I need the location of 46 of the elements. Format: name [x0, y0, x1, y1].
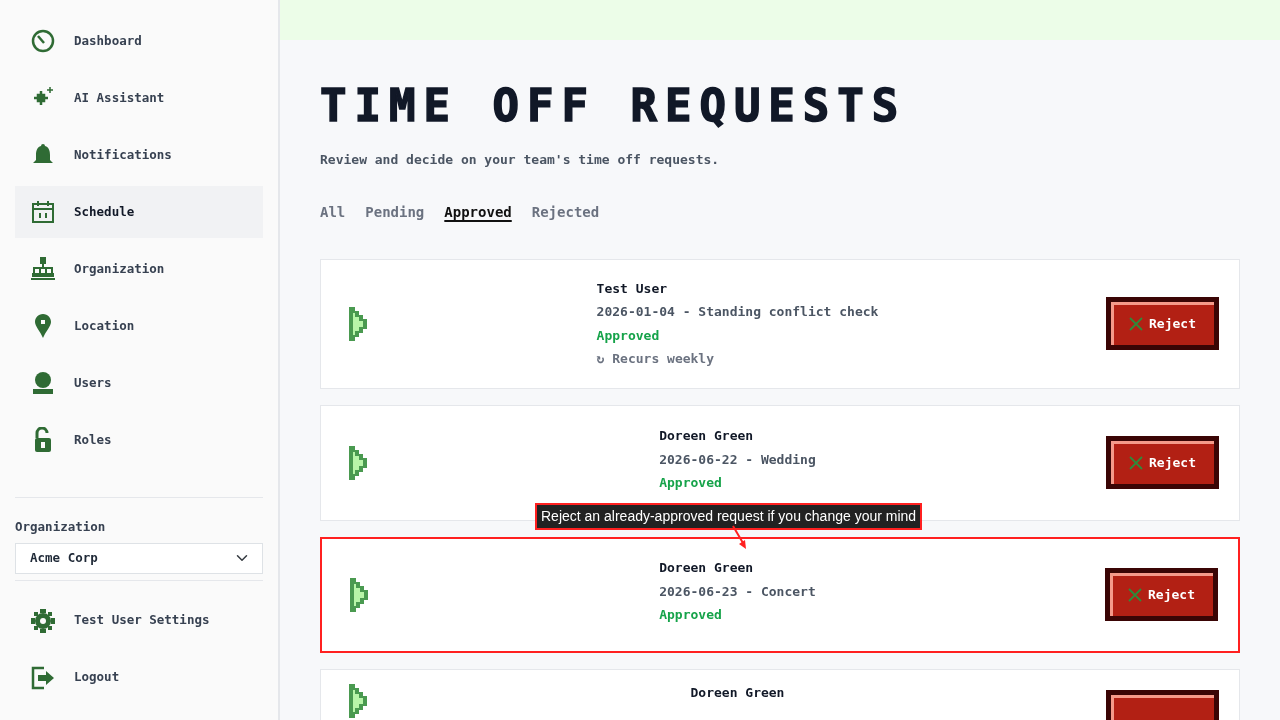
close-icon [1129, 316, 1143, 331]
sidebar-item[interactable]: Logout [15, 651, 263, 704]
sidebar-item[interactable]: Test User Settings [15, 594, 263, 647]
sidebar-item[interactable]: Schedule [15, 186, 263, 238]
organization-label: Organization [15, 518, 107, 536]
reject-button[interactable]: Reject [1106, 436, 1219, 490]
filter-tab[interactable]: All [320, 201, 346, 223]
requester-name: Doreen Green [659, 427, 755, 445]
recurrence-note: ↻ Recurs weekly [596, 350, 715, 368]
request-status: Approved [659, 474, 723, 492]
request-detail: 2026-01-04 - Standing conflict check [596, 303, 879, 321]
requester-name: Doreen Green [659, 559, 755, 577]
reject-button[interactable]: Reject [1105, 568, 1218, 622]
sidebar-item[interactable]: Location [15, 300, 263, 352]
requester-name: Doreen Green [690, 683, 785, 702]
play-icon [349, 306, 369, 341]
page-title: TIME OFF REQUESTS [320, 84, 908, 128]
organization-select[interactable]: Acme Corp [15, 542, 263, 574]
page-subtitle: Review and decide on your team's time off requests. [320, 151, 721, 169]
request-detail: 2026-06-22 - Wedding [659, 450, 816, 469]
request-status: Approved [659, 606, 723, 624]
org-chart-icon [30, 256, 56, 282]
calendar-icon [30, 199, 56, 225]
gauge-icon [30, 28, 56, 54]
sidebar-item[interactable]: Organization [15, 243, 263, 295]
sidebar-item[interactable]: Roles [15, 414, 263, 466]
requester-name: Test User [596, 279, 669, 298]
play-icon [349, 683, 369, 718]
filter-tab[interactable]: Rejected [531, 201, 600, 223]
sidebar-item[interactable]: Dashboard [15, 15, 263, 67]
close-icon [1129, 455, 1143, 470]
sidebar-item[interactable]: Users [15, 357, 263, 409]
filter-tab[interactable]: Approved [444, 201, 512, 223]
filter-tab[interactable]: Pending [365, 201, 425, 223]
sidebar-item[interactable]: Notifications [15, 129, 263, 181]
play-icon [350, 577, 370, 612]
request-detail: 2026-06-23 - Concert [659, 582, 816, 601]
logout-icon [30, 664, 56, 691]
settings-icon [30, 607, 56, 634]
annotation-callout: Reject an already-approved request if you change your mind [535, 503, 923, 530]
close-icon [1128, 587, 1142, 602]
user-icon [30, 370, 56, 396]
request-status: Approved [596, 326, 661, 345]
sidebar-item[interactable]: AI Assistant [15, 72, 263, 124]
play-icon [349, 445, 369, 480]
reject-button[interactable]: Reject [1106, 297, 1219, 351]
